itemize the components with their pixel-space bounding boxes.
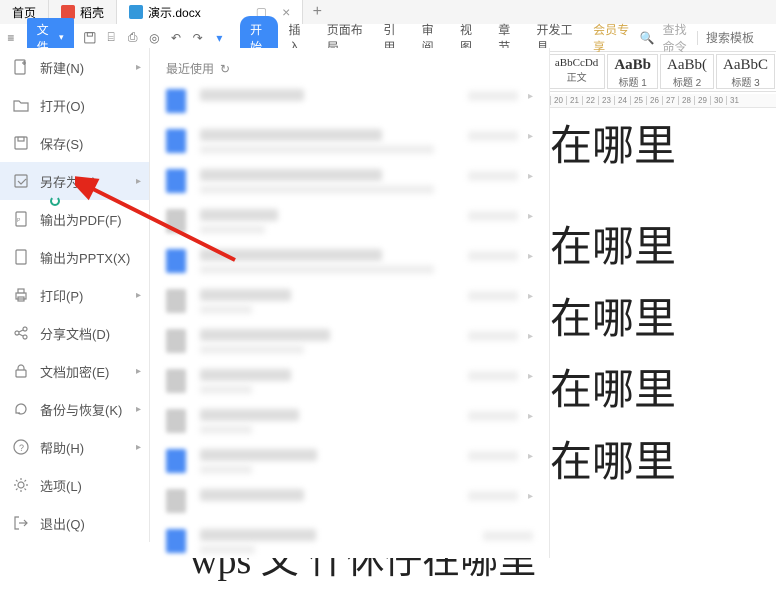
menu-backup[interactable]: 备份与恢复(K)▸ [0, 390, 149, 428]
style-heading3[interactable]: AaBbC 标题 3 [716, 54, 775, 89]
exit-icon [12, 514, 30, 532]
recent-file-item[interactable] [166, 525, 549, 565]
saveas-icon [12, 172, 30, 190]
menu-exit[interactable]: 退出(Q) [0, 504, 149, 542]
save-icon[interactable] [83, 30, 97, 46]
recent-file-item[interactable]: ▸ [166, 405, 549, 445]
share-icon [12, 324, 30, 342]
menu-open[interactable]: 打开(O) [0, 86, 149, 124]
search-area: 🔍 查找命令 [640, 21, 776, 55]
style-normal[interactable]: aBbCcDd 正文 [548, 54, 605, 89]
gear-icon [12, 476, 30, 494]
pdf-icon: P [12, 210, 30, 228]
menu-help[interactable]: ? 帮助(H)▸ [0, 428, 149, 466]
pptx-icon [12, 248, 30, 266]
menu-new[interactable]: 新建(N)▸ [0, 48, 149, 86]
open-icon[interactable]: ⌸ [104, 30, 118, 46]
recent-file-item[interactable]: ▸ [166, 85, 549, 125]
search-commands-link[interactable]: 查找命令 [663, 21, 689, 55]
menu-saveas[interactable]: 另存为(A)▸ [0, 162, 149, 200]
svg-text:?: ? [19, 443, 24, 453]
recent-files-panel: 最近使用 ↻ ▸ ▸ ▸ ▸ ▸ ▸ ▸ ▸ ▸ ▸ ▸ [150, 48, 550, 558]
print-icon [12, 286, 30, 304]
horizontal-ruler[interactable]: 202122232425262728293031 [550, 94, 776, 108]
search-template-input[interactable] [706, 31, 766, 45]
backup-icon [12, 400, 30, 418]
menu-icon[interactable]: ≡ [4, 30, 18, 46]
daoke-icon [61, 5, 75, 19]
recent-file-item[interactable]: ▸ [166, 325, 549, 365]
menu-options[interactable]: 选项(L) [0, 466, 149, 504]
menu-share[interactable]: 分享文档(D) [0, 314, 149, 352]
recent-file-item[interactable]: ▸ [166, 285, 549, 325]
svg-text:P: P [17, 218, 21, 224]
menu-save[interactable]: 保存(S) [0, 124, 149, 162]
word-doc-icon [129, 5, 143, 19]
recent-file-item[interactable]: ▸ [166, 165, 549, 205]
redo-icon[interactable]: ↷ [191, 30, 205, 46]
styles-gallery: aBbCcDd 正文 AaBb 标题 1 AaBb( 标题 2 AaBbC 标题… [547, 52, 776, 92]
print-icon[interactable]: ⎙ [126, 30, 140, 46]
menu-print[interactable]: 打印(P)▸ [0, 276, 149, 314]
undo-icon[interactable]: ↶ [169, 30, 183, 46]
recent-file-item[interactable]: ▸ [166, 245, 549, 285]
menu-export-pptx[interactable]: 输出为PPTX(X) [0, 238, 149, 276]
new-file-icon [12, 58, 30, 76]
recent-file-item[interactable]: ▸ [166, 445, 549, 485]
recent-file-item[interactable]: ▸ [166, 485, 549, 525]
chevron-down-icon: ▾ [59, 32, 64, 43]
menu-encrypt[interactable]: 文档加密(E)▸ [0, 352, 149, 390]
recent-file-item[interactable]: ▸ [166, 125, 549, 165]
file-menu-panel: 新建(N)▸ 打开(O) 保存(S) 另存为(A)▸ P 输出为PDF(F) 输… [0, 48, 150, 542]
document-content: 在哪里 在哪里 在哪里 在哪里 在哪里 [550, 110, 776, 497]
open-folder-icon [12, 96, 30, 114]
refresh-icon[interactable]: ↻ [220, 62, 230, 76]
menu-export-pdf[interactable]: P 输出为PDF(F) [0, 200, 149, 238]
more-icon[interactable]: ▾ [213, 30, 227, 46]
preview-icon[interactable]: ◎ [148, 30, 162, 46]
style-heading2[interactable]: AaBb( 标题 2 [660, 54, 714, 89]
help-icon: ? [12, 438, 30, 456]
recent-file-item[interactable]: ▸ [166, 365, 549, 405]
lock-icon [12, 362, 30, 380]
search-icon[interactable]: 🔍 [640, 31, 655, 45]
style-heading1[interactable]: AaBb 标题 1 [607, 54, 658, 89]
recent-file-item[interactable]: ▸ [166, 205, 549, 245]
recent-title: 最近使用 ↻ [166, 60, 549, 77]
save-icon [12, 134, 30, 152]
